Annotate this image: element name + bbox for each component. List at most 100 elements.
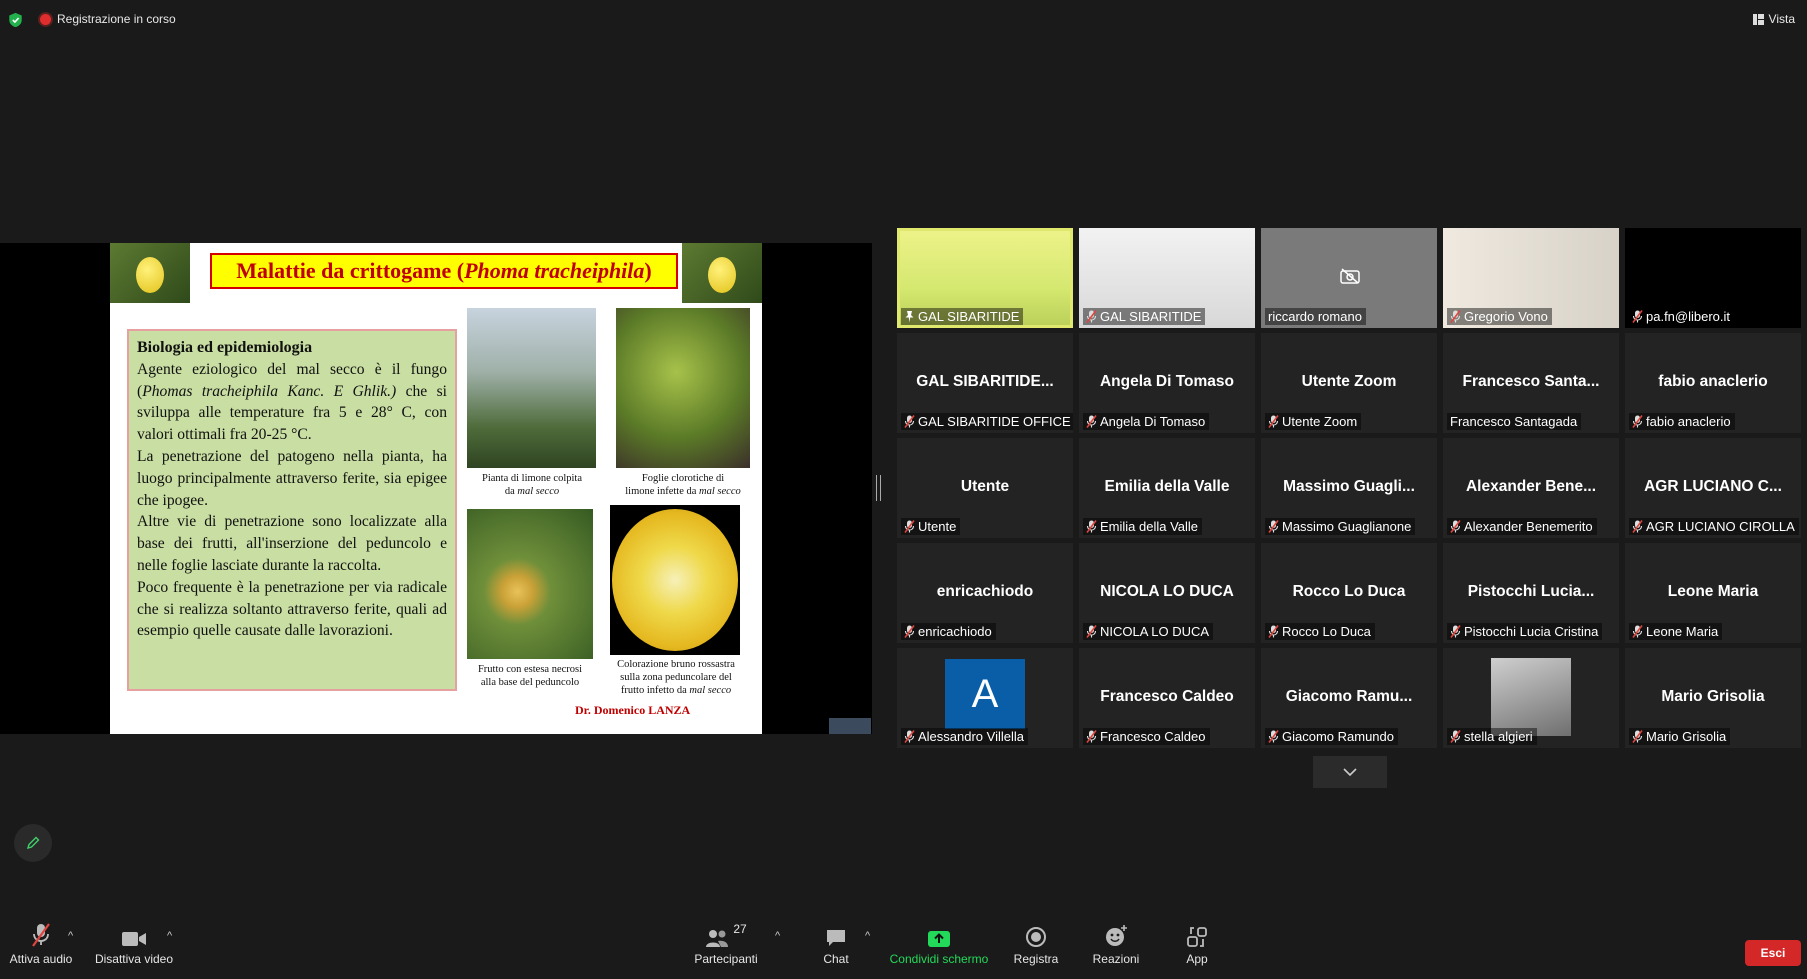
participant-tile[interactable]: Utente Utente [897,438,1073,538]
microphone-muted-icon [1450,520,1461,533]
microphone-muted-icon [904,520,915,533]
share-screen-button[interactable]: Condividi schermo [884,920,994,966]
recording-icon [40,13,51,25]
participant-name-label: Francesco Santagada [1447,413,1582,430]
participant-name: Gregorio Vono [1464,309,1548,324]
video-camera-icon [122,932,146,946]
gallery-next-page-button[interactable] [1313,756,1387,788]
participant-tile[interactable]: Rocco Lo Duca Rocco Lo Duca [1261,543,1437,643]
participant-name-label: Rocco Lo Duca [1265,623,1375,640]
participant-display-name: fabio anaclerio [1658,373,1768,390]
security-shield-icon[interactable] [8,12,23,28]
audio-button[interactable]: Attiva audio [8,920,74,966]
participant-tile[interactable]: pa.fn@libero.it [1625,228,1801,328]
recording-indicator[interactable]: Registrazione in corso [40,12,176,26]
participant-name: Massimo Guaglianone [1282,519,1412,534]
participant-tile[interactable]: GAL SIBARITIDE [1079,228,1255,328]
record-button[interactable]: Registra [1010,920,1062,966]
microphone-muted-icon [1450,625,1461,638]
chat-button[interactable]: Chat [816,920,856,966]
participant-display-name: Pistocchi Lucia... [1467,583,1595,600]
participant-display-name: AGR LUCIANO C... [1644,478,1782,495]
chat-bubble-icon [827,930,845,946]
microphone-muted-icon [1632,625,1643,638]
participant-name: Alexander Benemerito [1464,519,1593,534]
participants-options-caret-icon[interactable]: ^ [775,930,780,942]
participant-tile[interactable]: Emilia della Valle Emilia della Valle [1079,438,1255,538]
participant-name: Francesco Santagada [1450,414,1578,429]
participant-name: Angela Di Tomaso [1100,414,1206,429]
caption-fruit-section: Colorazione bruno rossastra sulla zona pe… [617,659,735,696]
microphone-muted-icon [1086,415,1097,428]
camera-off-icon [1340,268,1360,289]
participant-name-label: pa.fn@libero.it [1629,308,1735,325]
slide-text-box: Biologia ed epidemiologia Agente eziolog… [127,329,457,691]
audio-options-caret-icon[interactable]: ^ [68,930,73,942]
participant-tile[interactable]: Pistocchi Lucia... Pistocchi Lucia Cristi… [1443,543,1619,643]
participant-display-name: Leone Maria [1667,583,1759,600]
participant-tile[interactable]: Leone Maria Leone Maria [1625,543,1801,643]
annotate-button[interactable] [14,824,52,862]
participant-tile[interactable]: AGR LUCIANO C... AGR LUCIANO CIROLLA [1625,438,1801,538]
lemon-image-left [110,243,190,303]
chat-label: Chat [823,952,849,966]
participant-name-label: GAL SIBARITIDE OFFICE [901,413,1073,430]
participant-name: GAL SIBARITIDE [918,309,1020,324]
microphone-muted-icon [1086,730,1097,743]
video-button[interactable]: Disattiva video [94,920,174,966]
participant-tile[interactable]: enricachiodo enricachiodo [897,543,1073,643]
participants-label: Partecipanti [694,952,758,966]
participant-tile[interactable]: NICOLA LO DUCA NICOLA LO DUCA [1079,543,1255,643]
participant-tile[interactable]: riccardo romano [1261,228,1437,328]
shared-screen[interactable]: Malattie da crittogame (Phoma tracheiphi… [0,243,872,734]
participant-tile[interactable]: Massimo Guagli... Massimo Guaglianone [1261,438,1437,538]
participant-tile[interactable]: Giacomo Ramu... Giacomo Ramundo [1261,648,1437,748]
participant-tile[interactable]: Francesco Caldeo Francesco Caldeo [1079,648,1255,748]
participant-name-label: Alexander Benemerito [1447,518,1597,535]
participant-name-label: Giacomo Ramundo [1265,728,1398,745]
microphone-muted-icon [1632,730,1643,743]
participant-name-label: riccardo romano [1265,308,1366,325]
caption-lemon-tree: Pianta di limone colpita da mal secco [481,473,583,497]
panel-resize-handle[interactable] [876,475,881,501]
reactions-button[interactable]: Reazioni [1087,920,1145,966]
caption-chlorotic-leaves: Foglie clorotiche di limone infette da ma… [625,473,741,497]
participant-name-label: AGR LUCIANO CIROLLA [1629,518,1799,535]
photo-necrotic-fruit [467,509,593,659]
chevron-down-icon [1343,767,1357,776]
participants-button[interactable]: 27 Partecipanti [690,920,762,966]
video-options-caret-icon[interactable]: ^ [167,930,172,942]
participants-count: 27 [733,922,747,936]
participant-tile[interactable]: GAL SIBARITIDE [897,228,1073,328]
participant-name: Emilia della Valle [1100,519,1199,534]
participant-tile[interactable]: Utente Zoom Utente Zoom [1261,333,1437,433]
participant-tile[interactable]: Alexander Bene... Alexander Benemerito [1443,438,1619,538]
participant-tile[interactable]: fabio anaclerio fabio anaclerio [1625,333,1801,433]
participant-name: stella algieri [1464,729,1533,744]
apps-button[interactable]: App [1178,920,1216,966]
slide-title: Malattie da crittogame (Phoma tracheiphi… [210,253,678,289]
participant-tile[interactable]: Gregorio Vono [1443,228,1619,328]
participant-tile[interactable]: Angela Di Tomaso Angela Di Tomaso [1079,333,1255,433]
participant-name: fabio anaclerio [1646,414,1731,429]
participant-name-label: Angela Di Tomaso [1083,413,1210,430]
share-screen-icon [928,931,950,947]
participant-tile[interactable]: A Alessandro Villella [897,648,1073,748]
participant-tile[interactable]: Francesco Santa... Francesco Santagada [1443,333,1619,433]
participant-display-name: Emilia della Valle [1104,478,1230,495]
participant-name-label: Utente [901,518,961,535]
participant-tile[interactable]: GAL SIBARITIDE... GAL SIBARITIDE OFFICE [897,333,1073,433]
share-thumbnail[interactable] [829,718,871,734]
participant-display-name: Massimo Guagli... [1283,478,1415,495]
view-button[interactable]: Vista [1752,12,1795,26]
leave-button[interactable]: Esci [1745,940,1801,966]
microphone-muted-icon [904,625,915,638]
participant-name-label: Mario Grisolia [1629,728,1731,745]
participant-display-name: Angela Di Tomaso [1099,373,1235,390]
chat-options-caret-icon[interactable]: ^ [865,930,870,942]
participant-display-name: Francesco Caldeo [1100,688,1234,705]
participant-name-label: enricachiodo [901,623,996,640]
participant-tile[interactable]: stella algieri [1443,648,1619,748]
participant-name: Rocco Lo Duca [1282,624,1371,639]
participant-tile[interactable]: Mario Grisolia Mario Grisolia [1625,648,1801,748]
